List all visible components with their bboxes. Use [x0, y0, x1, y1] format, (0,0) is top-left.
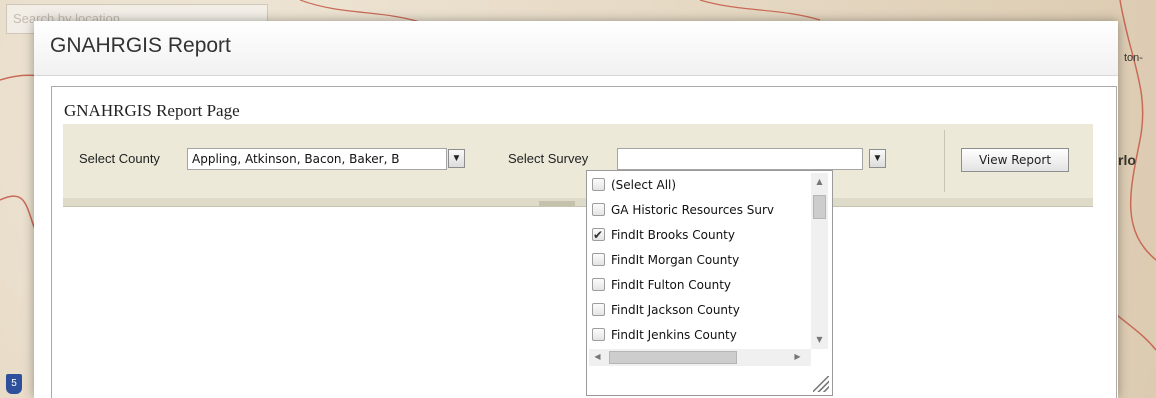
checkbox[interactable] — [592, 303, 605, 316]
list-item[interactable]: FindIt Jenkins County — [592, 323, 812, 347]
report-page-title: GNAHRGIS Report Page — [64, 101, 240, 120]
map-place-label: ton- — [1124, 52, 1143, 64]
list-item[interactable]: FindIt Fulton County — [592, 273, 812, 297]
list-item[interactable]: (Select All) — [592, 173, 812, 197]
list-item[interactable]: FindIt Jackson County — [592, 298, 812, 322]
list-item[interactable]: FindIt Brooks County — [592, 223, 812, 247]
horizontal-scroll-thumb[interactable] — [609, 351, 737, 364]
list-item[interactable]: FindIt Morgan County — [592, 248, 812, 272]
scroll-up-icon[interactable]: ▲ — [811, 177, 828, 186]
list-item[interactable]: GA Historic Resources Surv — [592, 198, 812, 222]
vertical-scrollbar[interactable]: ▲ ▼ — [811, 173, 828, 349]
survey-dropdown-button[interactable]: ▼ — [869, 149, 886, 168]
list-item-label: (Select All) — [611, 178, 677, 192]
checkbox[interactable] — [592, 253, 605, 266]
toolbar-divider — [944, 130, 945, 192]
scroll-right-icon[interactable]: ▶ — [789, 352, 806, 361]
report-parameter-bar: Select County Appling, Atkinson, Bacon, … — [63, 124, 1093, 198]
interstate-shield-icon: 5 — [6, 374, 22, 394]
chevron-down-icon: ▼ — [451, 153, 462, 164]
county-select[interactable]: Appling, Atkinson, Bacon, Baker, B — [187, 148, 447, 170]
horizontal-scrollbar[interactable]: ◀ ▶ — [589, 349, 811, 366]
list-item-label: FindIt Brooks County — [611, 228, 735, 242]
scroll-down-icon[interactable]: ▼ — [811, 335, 828, 344]
list-item-label: FindIt Jenkins County — [611, 328, 737, 342]
scroll-left-icon[interactable]: ◀ — [589, 352, 606, 361]
list-item-label: FindIt Morgan County — [611, 253, 740, 267]
view-report-button[interactable]: View Report — [961, 148, 1069, 172]
checkbox-checked[interactable] — [592, 223, 605, 247]
county-dropdown-button[interactable]: ▼ — [448, 149, 465, 168]
survey-dropdown-list: (Select All) GA Historic Resources Surv … — [586, 170, 833, 396]
chevron-down-icon: ▼ — [872, 153, 883, 164]
report-viewer-frame: GNAHRGIS Report Page Select County Appli… — [51, 86, 1117, 398]
list-item-label: GA Historic Resources Surv — [611, 203, 775, 217]
list-item-label: FindIt Jackson County — [611, 303, 740, 317]
vertical-scroll-thumb[interactable] — [813, 195, 826, 219]
county-label: Select County — [79, 151, 160, 166]
parameter-bar-footer — [63, 198, 1093, 207]
dialog-header[interactable]: GNAHRGIS Report — [34, 21, 1118, 76]
checkbox[interactable] — [592, 328, 605, 341]
survey-label: Select Survey — [508, 151, 589, 166]
collapse-parameters-handle[interactable] — [539, 201, 575, 206]
checkbox[interactable] — [592, 278, 605, 291]
checkbox[interactable] — [592, 203, 605, 216]
report-dialog: GNAHRGIS Report GNAHRGIS Report Page Sel… — [34, 21, 1118, 398]
survey-select[interactable] — [617, 148, 863, 170]
checkbox[interactable] — [592, 178, 605, 191]
map-place-label-bold: rlo — [1118, 152, 1136, 168]
resize-grip-icon[interactable] — [813, 376, 829, 392]
list-item-label: FindIt Fulton County — [611, 278, 732, 292]
dialog-title: GNAHRGIS Report — [50, 34, 231, 57]
